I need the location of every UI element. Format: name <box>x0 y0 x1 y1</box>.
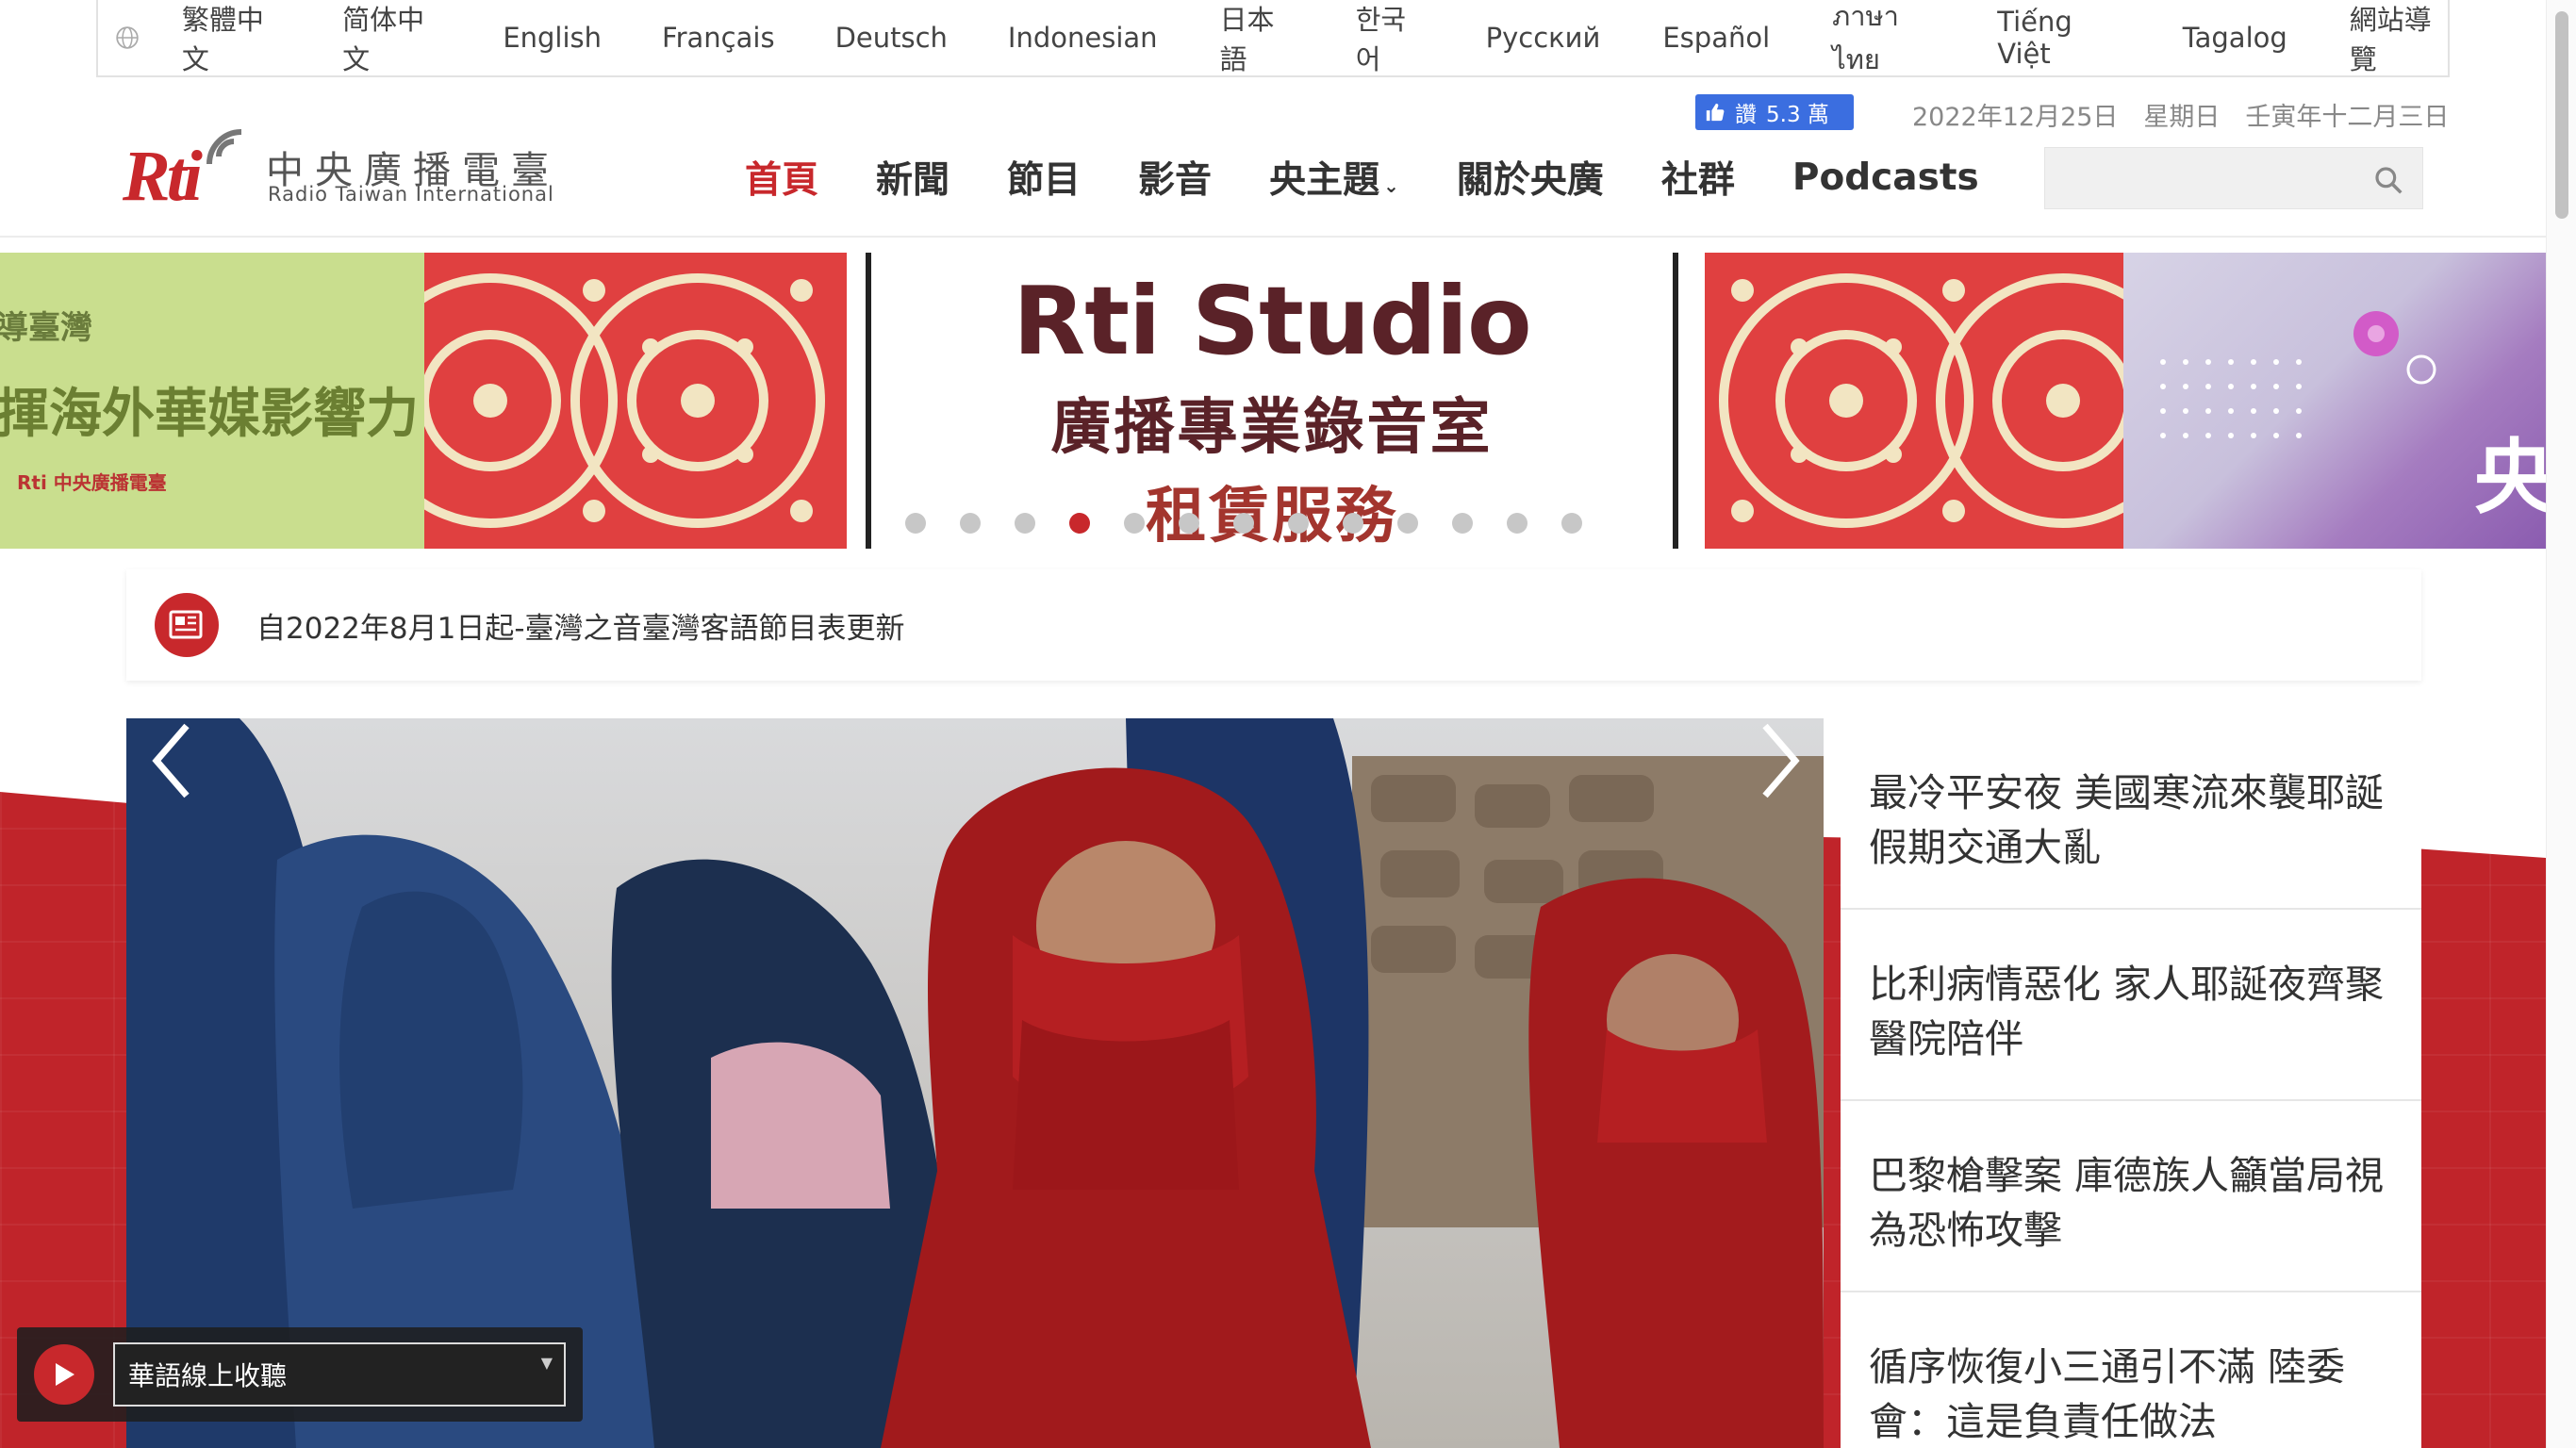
lang-ru[interactable]: Русский <box>1486 0 1601 75</box>
announcement-bar[interactable]: 自2022年8月1日起-臺灣之音臺灣客語節目表更新 <box>126 569 2421 681</box>
lang-tl[interactable]: Tagalog <box>2183 0 2287 75</box>
banner-right-char: 央 <box>2474 431 2546 525</box>
carousel-dot[interactable] <box>905 513 926 534</box>
current-date: 2022年12月25日 星期日 壬寅年十二月三日 <box>1912 103 2450 132</box>
lang-es[interactable]: Español <box>1662 0 1770 75</box>
nav-topics-label: 央主題 <box>1269 159 1380 202</box>
headline-item[interactable]: 循序恢復小三通引不滿 陸委會：這是負責任做法 <box>1841 1292 2421 1448</box>
next-arrow-icon[interactable] <box>1750 718 1807 803</box>
headline-item[interactable]: 巴黎槍擊案 庫德族人籲當局視為恐怖攻擊 <box>1841 1101 2421 1292</box>
banner-slide-studio[interactable]: Rti Studio 廣播專業錄音室 租賃服務 <box>866 253 1678 549</box>
nav-home[interactable]: 首頁 <box>745 151 818 204</box>
headline-text: 比利病情惡化 家人耶誕夜齊聚醫院陪伴 <box>1869 962 2385 1061</box>
facebook-like-button[interactable]: 讚 5.3 萬 <box>1695 94 1854 130</box>
lang-ko[interactable]: 한국어 <box>1356 0 1424 75</box>
stream-select[interactable]: 華語線上收聽 ▼ <box>113 1342 566 1407</box>
headline-item[interactable]: 最冷平安夜 美國寒流來襲耶誕假期交通大亂 <box>1841 718 2421 910</box>
search-box <box>2044 147 2423 209</box>
banner-left-logo: Rti 中央廣播電臺 <box>17 471 167 494</box>
sitemap-link[interactable]: 網站導覽 <box>2350 0 2448 75</box>
lang-zh-tw[interactable]: 繁體中文 <box>182 0 280 75</box>
main-nav: 首頁 新聞 節目 影音 央主題 ⌄ 關於央廣 社群 Podcasts <box>745 149 1979 206</box>
stream-select-value: 華語線上收聽 <box>128 1360 288 1391</box>
carousel-dot[interactable] <box>1561 513 1582 534</box>
banner-pattern-right <box>1705 253 2190 549</box>
page-scrollbar[interactable] <box>2546 0 2576 1448</box>
carousel-dot[interactable] <box>1452 513 1473 534</box>
lang-fr[interactable]: Français <box>662 0 775 75</box>
logo-english-name: Radio Taiwan International <box>268 183 554 206</box>
banner-slide-media[interactable]: 導臺灣 揮海外華媒影響力 Rti 中央廣播電臺 <box>0 253 424 549</box>
play-icon[interactable] <box>34 1344 94 1405</box>
lang-en[interactable]: English <box>503 0 602 75</box>
banner-studio-subtitle: 廣播專業錄音室 <box>1050 393 1494 463</box>
chevron-down-icon: ⌄ <box>1383 174 1399 197</box>
facebook-like-count: 5.3 萬 <box>1766 103 1829 127</box>
live-audio-player: 華語線上收聽 ▼ <box>17 1327 583 1422</box>
nav-news[interactable]: 新聞 <box>876 151 949 204</box>
nav-programs[interactable]: 節目 <box>1007 151 1081 204</box>
banner-pattern-left <box>363 253 847 549</box>
lang-vi[interactable]: Tiếng Việt <box>1997 0 2120 75</box>
header-divider <box>0 236 2546 238</box>
carousel-dot[interactable] <box>1233 513 1254 534</box>
headline-list: 最冷平安夜 美國寒流來襲耶誕假期交通大亂 比利病情惡化 家人耶誕夜齊聚醫院陪伴 … <box>1841 718 2421 1448</box>
carousel-dot[interactable] <box>1397 513 1418 534</box>
lang-th[interactable]: ภาษาไทย <box>1832 0 1935 75</box>
globe-icon[interactable] <box>98 0 157 75</box>
lang-de[interactable]: Deutsch <box>835 0 948 75</box>
banner-studio-service: 租賃服務 <box>1146 482 1398 549</box>
carousel-dot[interactable] <box>1124 513 1145 534</box>
carousel-dot[interactable] <box>1507 513 1527 534</box>
banner-left-line2: 揮海外華媒影響力 <box>0 384 419 445</box>
language-bar: 繁體中文 简体中文 English Français Deutsch Indon… <box>96 0 2450 77</box>
carousel-dot[interactable] <box>1069 513 1090 534</box>
headline-text: 巴黎槍擊案 庫德族人籲當局視為恐怖攻擊 <box>1869 1153 2385 1253</box>
site-logo[interactable]: Rti 中央廣播電臺 Radio Taiwan International <box>121 106 564 219</box>
banner-left-line1: 導臺灣 <box>0 309 92 347</box>
headline-text: 循序恢復小三通引不滿 陸委會：這是負責任做法 <box>1869 1344 2346 1444</box>
nav-topics[interactable]: 央主題 ⌄ <box>1269 151 1399 204</box>
carousel-dot[interactable] <box>1015 513 1035 534</box>
banner-slide-purple[interactable]: 央 <box>2123 253 2546 549</box>
carousel-dot[interactable] <box>1288 513 1309 534</box>
announcement-text: 自2022年8月1日起-臺灣之音臺灣客語節目表更新 <box>256 611 905 646</box>
nav-media[interactable]: 影音 <box>1138 151 1212 204</box>
scrollbar-thumb[interactable] <box>2555 11 2568 219</box>
dropdown-caret-icon: ▼ <box>540 1354 553 1372</box>
search-input[interactable] <box>2045 148 2366 208</box>
lang-ja[interactable]: 日本語 <box>1220 0 1294 75</box>
headline-text: 最冷平安夜 美國寒流來襲耶誕假期交通大亂 <box>1869 770 2385 870</box>
carousel-dot[interactable] <box>1179 513 1199 534</box>
logo-mark: Rti <box>123 137 203 216</box>
carousel-dots <box>905 513 1582 534</box>
banner-carousel[interactable]: 導臺灣 揮海外華媒影響力 Rti 中央廣播電臺 Rti Studio 廣播專業錄… <box>0 253 2546 549</box>
lang-zh-cn[interactable]: 简体中文 <box>342 0 440 75</box>
thumbs-up-icon <box>1706 103 1725 122</box>
facebook-like-label: 讚 <box>1735 103 1757 127</box>
nav-social[interactable]: 社群 <box>1661 151 1735 204</box>
carousel-dot[interactable] <box>1343 513 1363 534</box>
prev-arrow-icon[interactable] <box>145 718 202 803</box>
search-icon[interactable] <box>2373 165 2403 195</box>
nav-about[interactable]: 關於央廣 <box>1457 151 1604 204</box>
nav-podcasts[interactable]: Podcasts <box>1792 156 1979 199</box>
headline-item[interactable]: 比利病情惡化 家人耶誕夜齊聚醫院陪伴 <box>1841 910 2421 1101</box>
banner-studio-title: Rti Studio <box>1013 266 1531 376</box>
carousel-dot[interactable] <box>960 513 981 534</box>
lang-id[interactable]: Indonesian <box>1008 0 1158 75</box>
newspaper-icon <box>155 593 219 657</box>
